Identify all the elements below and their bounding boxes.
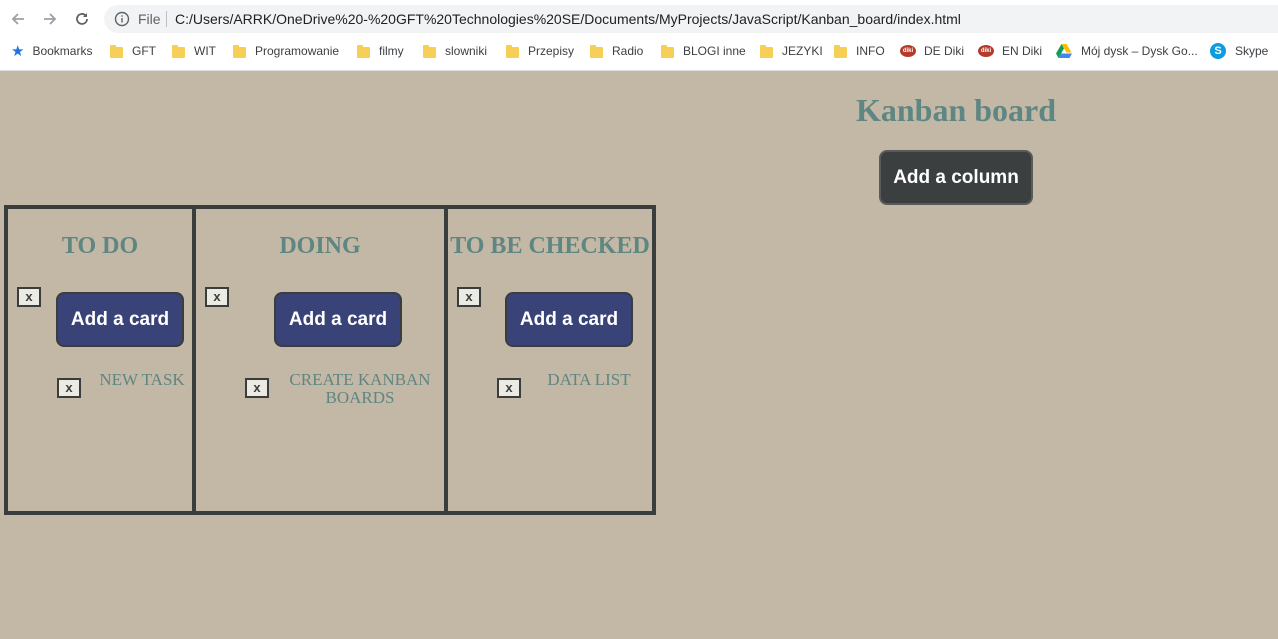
bookmark-label: GFT <box>132 44 156 58</box>
bookmark-label: Radio <box>612 44 644 58</box>
folder-icon <box>172 44 185 58</box>
forward-icon[interactable] <box>38 7 62 31</box>
omnibox[interactable]: File C:/Users/ARRK/OneDrive%20-%20GFT%20… <box>104 5 1278 33</box>
folder-icon <box>661 44 674 58</box>
google-drive-icon <box>1056 44 1072 58</box>
add-card-button[interactable]: Add a card <box>274 292 402 347</box>
add-card-button[interactable]: Add a card <box>505 292 633 347</box>
delete-column-button[interactable]: x <box>17 287 41 307</box>
bookmark-label: Programowanie <box>255 44 340 58</box>
skype-icon: S <box>1210 43 1226 59</box>
diki-icon: diki <box>900 45 916 57</box>
address-bar-row: File C:/Users/ARRK/OneDrive%20-%20GFT%20… <box>0 0 1278 38</box>
bookmark-label: Bookmarks <box>32 44 93 58</box>
delete-card-button[interactable]: x <box>245 378 269 398</box>
bookmark-bookmarks[interactable]: ★ Bookmarks <box>11 39 92 63</box>
bookmark-label: DE Diki <box>924 44 965 58</box>
column-title: DOING <box>279 233 361 259</box>
bookmark-jezyki[interactable]: JEZYKI <box>760 39 823 63</box>
folder-icon <box>110 44 123 58</box>
bookmark-wit[interactable]: WIT <box>172 39 216 63</box>
star-icon: ★ <box>11 43 25 60</box>
folder-icon <box>506 44 519 58</box>
bookmark-label: BLOGI inne <box>683 44 746 58</box>
reload-icon[interactable] <box>70 7 94 31</box>
bookmark-skype[interactable]: S Skype <box>1210 39 1268 63</box>
folder-icon <box>357 44 370 58</box>
bookmark-filmy[interactable]: filmy <box>357 39 404 63</box>
card-text: CREATE KANBAN BOARDS <box>289 370 431 407</box>
folder-icon <box>760 44 773 58</box>
bookmark-label: Przepisy <box>528 44 575 58</box>
bookmark-label: Mój dysk – Dysk Go... <box>1081 44 1198 58</box>
folder-icon <box>423 44 436 58</box>
folder-icon <box>590 44 603 58</box>
omnibox-divider <box>166 11 167 27</box>
bookmark-gft[interactable]: GFT <box>110 39 156 63</box>
bookmark-info[interactable]: INFO <box>834 39 885 63</box>
file-label: File <box>138 11 161 27</box>
bookmark-label: JEZYKI <box>782 44 823 58</box>
bookmark-en-diki[interactable]: diki EN Diki <box>978 39 1042 63</box>
bookmark-label: INFO <box>856 44 885 58</box>
card-text: DATA LIST <box>547 370 631 389</box>
bookmark-blogi-inne[interactable]: BLOGI inne <box>661 39 746 63</box>
back-icon[interactable] <box>6 7 30 31</box>
column-title: TO DO <box>61 233 139 259</box>
bookmark-slowniki[interactable]: slowniki <box>423 39 487 63</box>
add-column-button[interactable]: Add a column <box>879 150 1033 205</box>
delete-column-button[interactable]: x <box>205 287 229 307</box>
bookmark-label: slowniki <box>445 44 488 58</box>
folder-icon <box>233 44 246 58</box>
column-to-be-checked: TO BE CHECKED x Add a card x DATA LIST <box>444 205 656 515</box>
bookmark-przepisy[interactable]: Przepisy <box>506 39 574 63</box>
card-text: NEW TASK <box>99 370 185 389</box>
column-doing: DOING x Add a card x CREATE KANBAN BOARD… <box>192 205 448 515</box>
delete-column-button[interactable]: x <box>457 287 481 307</box>
bookmark-label: filmy <box>379 44 404 58</box>
add-card-button[interactable]: Add a card <box>56 292 184 347</box>
bookmarks-bar: ★ Bookmarks GFT WIT Programowanie filmy s… <box>0 39 1278 63</box>
page-title: Kanban board <box>855 92 1057 128</box>
delete-card-button[interactable]: x <box>57 378 81 398</box>
folder-icon <box>834 44 847 58</box>
column-title: TO BE CHECKED <box>450 233 650 259</box>
bookmark-label: WIT <box>194 44 216 58</box>
info-icon[interactable] <box>114 11 130 27</box>
url-text[interactable]: C:/Users/ARRK/OneDrive%20-%20GFT%20Techn… <box>175 11 961 27</box>
browser-chrome: File C:/Users/ARRK/OneDrive%20-%20GFT%20… <box>0 0 1278 71</box>
bookmark-label: Skype <box>1235 44 1269 58</box>
bookmark-label: EN Diki <box>1002 44 1043 58</box>
bookmark-programowanie[interactable]: Programowanie <box>233 39 339 63</box>
column-to-do: TO DO x Add a card x NEW TASK <box>4 205 196 515</box>
delete-card-button[interactable]: x <box>497 378 521 398</box>
diki-icon: diki <box>978 45 994 57</box>
bookmark-de-diki[interactable]: diki DE Diki <box>900 39 964 63</box>
bookmark-moj-dysk[interactable]: Mój dysk – Dysk Go... <box>1056 39 1198 63</box>
bookmark-radio[interactable]: Radio <box>590 39 643 63</box>
